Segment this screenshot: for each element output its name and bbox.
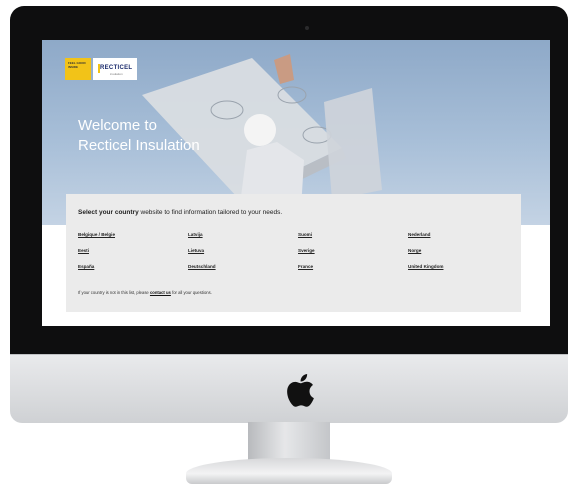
country-link-belgium[interactable]: Belgique / Belgie	[78, 232, 115, 237]
country-link-france[interactable]: France	[298, 264, 313, 269]
screen: FEEL GOOD INSIDE RECTICEL insulation Wel…	[42, 40, 550, 326]
welcome-line-1: Welcome to	[78, 117, 157, 134]
country-link-finland[interactable]: Suomi	[298, 232, 312, 237]
country-link-latvia[interactable]: Latvija	[188, 232, 203, 237]
recticel-logo[interactable]: RECTICEL insulation	[93, 58, 137, 80]
imac-stand-neck	[248, 422, 330, 462]
country-link-germany[interactable]: Deutschland	[188, 264, 216, 269]
camera-icon	[305, 26, 309, 30]
logo-brand: RECTICEL	[100, 65, 133, 71]
contact-us-link[interactable]: contact us	[150, 290, 171, 295]
logo-tagline: FEEL GOOD INSIDE	[68, 61, 86, 69]
imac-stand-foot	[186, 458, 392, 484]
panel-title: Select your country website to find info…	[78, 209, 282, 216]
contact-note-prefix: If your country is not in this list, ple…	[78, 290, 149, 295]
brand-logo-badge[interactable]: FEEL GOOD INSIDE	[65, 58, 91, 80]
welcome-line-2: Recticel Insulation	[78, 137, 200, 154]
panel-title-rest: website to find information tailored to …	[140, 209, 283, 216]
country-link-estonia[interactable]: Eesti	[78, 248, 89, 253]
country-link-norway[interactable]: Norge	[408, 248, 421, 253]
country-link-lithuania[interactable]: Lietuva	[188, 248, 204, 253]
logo-sub: insulation	[110, 72, 123, 76]
page-title: Welcome to Recticel Insulation	[78, 116, 200, 156]
country-link-sweden[interactable]: Sverige	[298, 248, 315, 253]
contact-note: If your country is not in this list, ple…	[78, 290, 212, 295]
panel-title-bold: Select your country	[78, 209, 139, 216]
country-link-spain[interactable]: España	[78, 264, 94, 269]
contact-note-suffix: for all your questions.	[172, 290, 212, 295]
country-link-netherlands[interactable]: Nederland	[408, 232, 430, 237]
country-link-united-kingdom[interactable]: United Kingdom	[408, 264, 443, 269]
country-selector-panel: Select your country website to find info…	[66, 194, 521, 312]
apple-icon	[287, 374, 314, 407]
